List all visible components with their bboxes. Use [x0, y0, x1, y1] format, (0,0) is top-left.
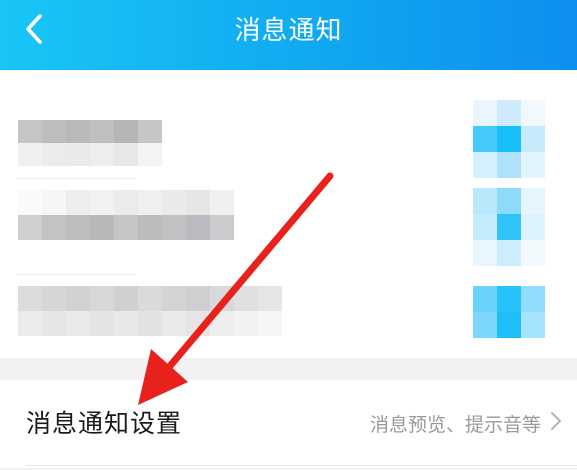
blurred-avatar	[473, 100, 545, 178]
screen: 消息通知 消息通知设置 消息预览、提示音等	[0, 0, 577, 470]
settings-value: 消息预览、提示音等	[369, 414, 541, 436]
bottom-divider	[26, 465, 577, 466]
blurred-avatar	[473, 286, 545, 338]
blurred-list-item[interactable]	[0, 90, 577, 180]
blurred-list-item[interactable]	[0, 182, 577, 270]
blurred-text	[18, 286, 282, 336]
notification-settings-row[interactable]: 消息通知设置 消息预览、提示音等	[0, 380, 577, 468]
nav-header: 消息通知	[0, 0, 577, 70]
blurred-avatar	[473, 188, 545, 266]
row-divider	[16, 178, 136, 179]
row-divider	[16, 274, 136, 275]
blurred-list-item[interactable]	[0, 278, 577, 358]
settings-label: 消息通知设置	[26, 409, 183, 438]
page-title: 消息通知	[234, 16, 343, 46]
chevron-right-icon	[551, 412, 561, 430]
blurred-list-card	[0, 70, 577, 358]
blurred-text	[18, 190, 234, 240]
blurred-text	[18, 120, 162, 166]
